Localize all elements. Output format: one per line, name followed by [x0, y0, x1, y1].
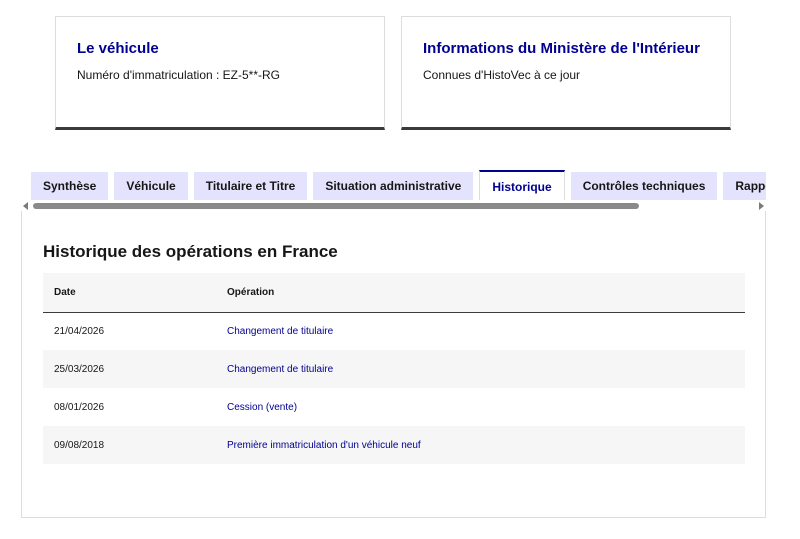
- row-date: 09/08/2018: [54, 439, 105, 451]
- column-header-date: Date: [54, 286, 76, 298]
- historique-panel: Historique des opérations en France Date…: [21, 211, 766, 518]
- tab-rappels-constructeur[interactable]: Rappels constructeur: [723, 172, 766, 200]
- table-row: 08/01/2026 Cession (vente): [43, 388, 745, 426]
- table-row: 21/04/2026 Changement de titulaire: [43, 312, 745, 350]
- tab-synthese[interactable]: Synthèse: [31, 172, 109, 200]
- tab-historique[interactable]: Historique: [479, 170, 565, 200]
- column-header-operation: Opération: [227, 286, 275, 298]
- history-table: Date Opération 21/04/2026 Changement de …: [43, 273, 745, 464]
- plate-number: Numéro d'immatriculation : EZ-5**-RG: [77, 68, 281, 82]
- row-operation: Changement de titulaire: [227, 363, 334, 375]
- row-operation: Cession (vente): [227, 401, 298, 413]
- vehicle-card-title: Le véhicule: [77, 40, 159, 57]
- table-header-row: Date Opération: [43, 273, 745, 312]
- row-date: 21/04/2026: [54, 325, 105, 337]
- ministry-card-title: Informations du Ministère de l'Intérieur: [423, 40, 700, 57]
- row-date: 25/03/2026: [54, 363, 105, 375]
- row-operation: Première immatriculation d'un véhicule n…: [227, 439, 421, 451]
- tab-controles-techniques[interactable]: Contrôles techniques: [570, 172, 718, 200]
- ministry-card-subtitle: Connues d'HistoVec à ce jour: [423, 68, 581, 82]
- tab-scrollbar[interactable]: [21, 201, 766, 211]
- table-row: 25/03/2026 Changement de titulaire: [43, 350, 745, 388]
- scroll-left-arrow-icon[interactable]: [23, 202, 28, 210]
- row-operation: Changement de titulaire: [227, 325, 334, 337]
- history-title: Historique des opérations en France: [43, 242, 338, 261]
- table-row: 09/08/2018 Première immatriculation d'un…: [43, 426, 745, 464]
- vehicle-card: Le véhicule Numéro d'immatriculation : E…: [55, 16, 385, 130]
- row-date: 08/01/2026: [54, 401, 105, 413]
- scroll-right-arrow-icon[interactable]: [759, 202, 764, 210]
- ministry-info-card: Informations du Ministère de l'Intérieur…: [401, 16, 731, 130]
- tab-titulaire-titre[interactable]: Titulaire et Titre: [193, 172, 308, 200]
- tab-bar: Synthèse Véhicule Titulaire et Titre Sit…: [21, 170, 766, 200]
- tab-vehicule[interactable]: Véhicule: [114, 172, 188, 200]
- scrollbar-thumb[interactable]: [33, 203, 639, 209]
- tab-situation-administrative[interactable]: Situation administrative: [313, 172, 474, 200]
